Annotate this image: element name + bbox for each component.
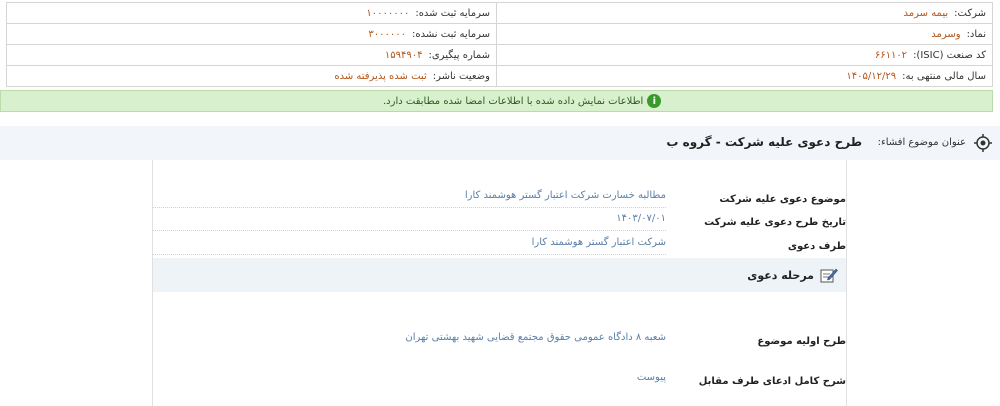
info-row: شرکت: بیمه سرمد سرمایه ثبت شده: ۱۰۰۰۰۰۰۰ xyxy=(6,2,993,24)
company-label: شرکت: xyxy=(954,7,986,19)
info-row: نماد: وسرمد سرمایه ثبت نشده: ۳۰۰۰۰۰۰ xyxy=(6,23,993,45)
detail-label: تاریخ طرح دعوی علیه شرکت xyxy=(704,217,846,228)
detail-row: طرف دعوی شرکت اعتبار گستر هوشمند کارا xyxy=(153,237,846,257)
info-icon: i xyxy=(647,94,662,108)
info-cell: سرمایه ثبت شده: ۱۰۰۰۰۰۰۰ xyxy=(6,2,497,24)
detail-label: طرح اولیه موضوع xyxy=(757,336,846,347)
publisher-status-label: وضعیت ناشر: xyxy=(432,70,490,82)
details-panel: موضوع دعوی علیه شرکت مطالبه خسارت شرکت ا… xyxy=(152,160,847,406)
detail-row: موضوع دعوی علیه شرکت مطالبه خسارت شرکت ا… xyxy=(153,190,846,210)
detail-value: شرکت اعتبار گستر هوشمند کارا xyxy=(531,237,666,248)
detail-row: شرح کامل ادعای طرف مقابل پیوست xyxy=(153,372,846,392)
row-divider xyxy=(153,207,666,208)
banner-content: i اطلاعات نمایش داده شده با اطلاعات امضا… xyxy=(383,94,662,108)
edit-note-icon xyxy=(820,268,838,283)
registered-capital-value: ۱۰۰۰۰۰۰۰ xyxy=(366,7,410,19)
company-info-table: شرکت: بیمه سرمد سرمایه ثبت شده: ۱۰۰۰۰۰۰۰ ن… xyxy=(6,2,993,87)
banner-text: اطلاعات نمایش داده شده با اطلاعات امضا ش… xyxy=(383,95,644,107)
detail-value: ۱۴۰۳/۰۷/۰۱ xyxy=(616,213,666,224)
detail-label: طرف دعوی xyxy=(787,241,846,252)
info-cell: سال مالی منتهی به: ۱۴۰۵/۱۲/۲۹ xyxy=(496,65,993,87)
info-row: کد صنعت (ISIC): ۶۶۱۱۰۲ شماره پیگیری: ۱۵۹۴۹… xyxy=(6,44,993,66)
tracking-number-label: شماره پیگیری: xyxy=(428,49,490,61)
fiscal-year-label: سال مالی منتهی به: xyxy=(902,70,986,82)
subject-bar: عنوان موضوع افشاء: طرح دعوی علیه شرکت - … xyxy=(0,126,1000,160)
info-cell: سرمایه ثبت نشده: ۳۰۰۰۰۰۰ xyxy=(6,23,497,45)
info-cell: وضعیت ناشر: ثبت شده پذیرفته شده xyxy=(6,65,497,87)
detail-row: تاریخ طرح دعوی علیه شرکت ۱۴۰۳/۰۷/۰۱ xyxy=(153,213,846,233)
info-row: سال مالی منتهی به: ۱۴۰۵/۱۲/۲۹ وضعیت ناشر:… xyxy=(6,65,993,87)
detail-label: شرح کامل ادعای طرف مقابل xyxy=(698,376,846,387)
info-cell: نماد: وسرمد xyxy=(496,23,993,45)
verification-banner: i اطلاعات نمایش داده شده با اطلاعات امضا… xyxy=(0,90,993,112)
target-icon xyxy=(974,134,992,152)
info-cell: کد صنعت (ISIC): ۶۶۱۱۰۲ xyxy=(496,44,993,66)
detail-row: طرح اولیه موضوع شعبه ۸ دادگاه عمومی حقوق… xyxy=(153,332,846,352)
unregistered-capital-value: ۳۰۰۰۰۰۰ xyxy=(368,28,407,40)
symbol-label: نماد: xyxy=(966,28,986,40)
attachment-link[interactable]: پیوست xyxy=(637,372,666,383)
info-cell: شرکت: بیمه سرمد xyxy=(496,2,993,24)
unregistered-capital-label: سرمایه ثبت نشده: xyxy=(412,28,490,40)
isic-label: کد صنعت (ISIC): xyxy=(913,49,986,61)
detail-label: موضوع دعوی علیه شرکت xyxy=(719,194,846,205)
row-divider xyxy=(153,254,666,255)
section-title: مرحله دعوی xyxy=(747,269,814,282)
tracking-number-value: ۱۵۹۴۹۰۴ xyxy=(384,49,423,61)
section-header: مرحله دعوی xyxy=(153,258,846,292)
registered-capital-label: سرمایه ثبت شده: xyxy=(415,7,490,19)
symbol-value[interactable]: وسرمد xyxy=(931,29,960,40)
detail-value: شعبه ۸ دادگاه عمومی حقوق مجتمع قضایی شهی… xyxy=(405,332,666,343)
fiscal-year-value: ۱۴۰۵/۱۲/۲۹ xyxy=(846,70,897,82)
subject-label: عنوان موضوع افشاء: xyxy=(877,137,966,148)
info-cell: شماره پیگیری: ۱۵۹۴۹۰۴ xyxy=(6,44,497,66)
company-value[interactable]: بیمه سرمد xyxy=(904,8,949,19)
row-divider xyxy=(153,230,666,231)
publisher-status-value: ثبت شده پذیرفته شده xyxy=(334,70,427,82)
subject-title: طرح دعوی علیه شرکت - گروه ب xyxy=(666,135,862,149)
detail-value: مطالبه خسارت شرکت اعتبار گستر هوشمند کار… xyxy=(464,190,666,201)
isic-value: ۶۶۱۱۰۲ xyxy=(874,49,908,61)
